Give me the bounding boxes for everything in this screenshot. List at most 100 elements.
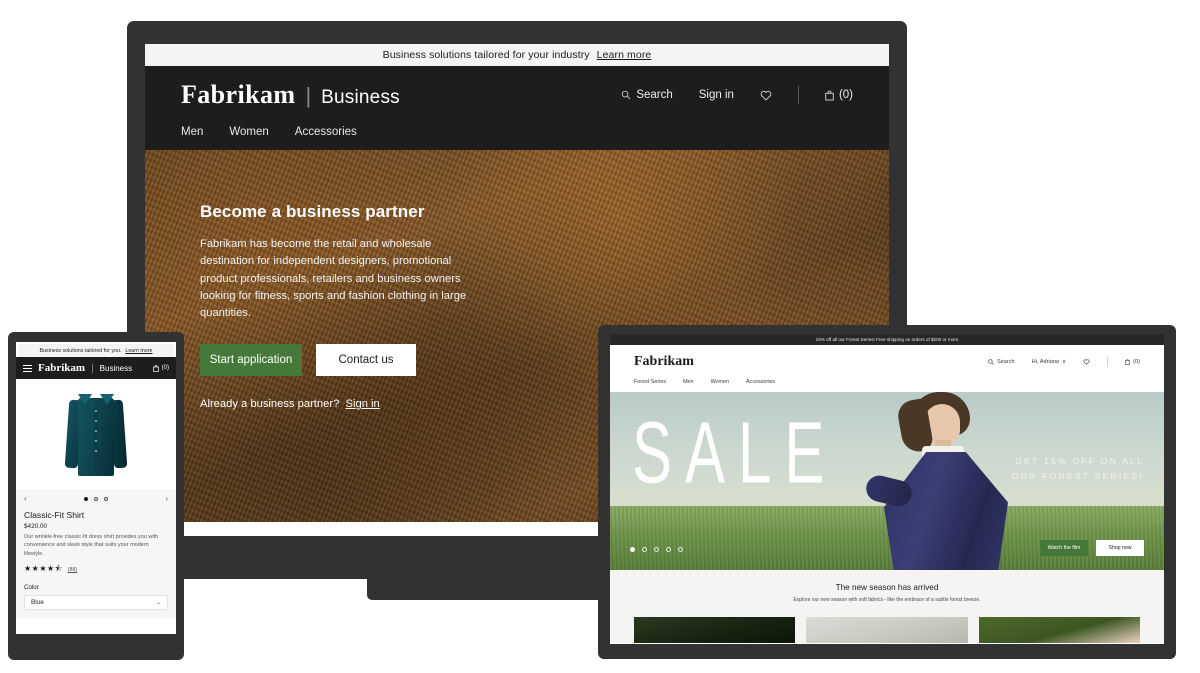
watch-the-film-button[interactable]: Watch the film [1040, 540, 1088, 556]
tablet-header-divider [1107, 357, 1109, 367]
laptop-nav-item-women[interactable]: Women [229, 126, 268, 138]
laptop-search-label: Search [636, 89, 673, 101]
carousel-dot-1[interactable] [84, 496, 88, 501]
shirt-collar-left [78, 393, 92, 405]
tablet-season-title: The new season has arrived [835, 583, 939, 592]
laptop-hero-buttons: Start application Contact us [200, 344, 475, 377]
tablet-account-menu[interactable]: Hi, Adriana ∨ [1032, 359, 1066, 365]
carousel-dot-1[interactable] [630, 547, 635, 552]
product-price: $420.00 [24, 523, 48, 530]
shopping-bag-icon [1125, 359, 1131, 365]
carousel-next-arrow-icon[interactable]: › [165, 494, 168, 503]
phone-product-details: Classic-Fit Shirt $420.00 Our wrinkle-fr… [16, 508, 176, 618]
tablet-site-header: Fabrikam Search Hi, Adriana ∨ (0) Forest… [610, 345, 1164, 392]
start-application-button[interactable]: Start application [200, 344, 302, 377]
search-icon [988, 359, 994, 365]
color-select[interactable]: Blue ⌄ [24, 594, 168, 610]
tablet-search-button[interactable]: Search [988, 359, 1015, 365]
phone-carousel-dots[interactable] [84, 496, 108, 501]
tablet-bag-count: (0) [1133, 359, 1140, 365]
laptop-wishlist-button[interactable] [760, 90, 772, 101]
tablet-nav-item-women[interactable]: Women [711, 379, 729, 385]
product-rating: ★★★★⯪ (88) [24, 563, 168, 577]
laptop-stand-foot [367, 579, 625, 600]
phone-image-carousel-controls: ‹ › [16, 489, 176, 508]
tablet-wishlist-button[interactable] [1083, 359, 1090, 365]
hamburger-menu-icon[interactable] [23, 364, 32, 372]
laptop-hero-body: Fabrikam has become the retail and whole… [200, 238, 467, 319]
shirt-button [95, 419, 97, 422]
shirt-button [95, 449, 97, 452]
shirt-buttons [95, 409, 97, 460]
tablet-hero-carousel: SALE GET 15% OFF ON ALL OUR FOREST SERIE… [610, 392, 1164, 570]
tablet-season-section: The new season has arrived Explore our n… [610, 570, 1164, 613]
laptop-promo-banner: Business solutions tailored for your ind… [145, 44, 889, 66]
tablet-header-row: Fabrikam Search Hi, Adriana ∨ (0) [634, 354, 1140, 370]
laptop-hero-title: Become a business partner [200, 202, 425, 221]
laptop-nav-item-men[interactable]: Men [181, 126, 203, 138]
laptop-signin-button[interactable]: Sign in [699, 89, 734, 101]
laptop-site-header: Fabrikam | Business Search Sign in (0) M… [145, 66, 889, 150]
laptop-brand-subtitle: Business [321, 87, 400, 108]
carousel-dot-4[interactable] [666, 547, 671, 552]
laptop-hero-note: Already a business partner? Sign in [200, 398, 475, 410]
product-tile-2[interactable] [806, 617, 968, 643]
tablet-hero-sale-word: SALE [632, 404, 838, 502]
laptop-brand-divider: | [305, 83, 312, 108]
laptop-header-row: Fabrikam | Business Search Sign in (0) [181, 80, 853, 110]
shirt-button [95, 439, 97, 442]
tablet-screen: 15% off all our Forest Series! Free ship… [610, 334, 1164, 644]
chevron-down-icon: ⌄ [155, 599, 161, 606]
laptop-header-actions: Search Sign in (0) [621, 86, 853, 104]
carousel-dot-5[interactable] [678, 547, 683, 552]
contact-us-button[interactable]: Contact us [316, 344, 416, 377]
shirt-button [95, 409, 97, 412]
laptop-brand-name: Fabrikam [181, 80, 296, 109]
tablet-nav-item-accessories[interactable]: Accessories [746, 379, 775, 385]
carousel-dot-2[interactable] [642, 547, 647, 552]
laptop-nav-item-accessories[interactable]: Accessories [295, 126, 357, 138]
laptop-header-divider [797, 86, 799, 104]
laptop-signin-label: Sign in [698, 89, 734, 101]
carousel-dot-3[interactable] [104, 496, 108, 501]
tablet-search-label: Search [996, 359, 1015, 365]
hamburger-line-3 [23, 370, 32, 372]
color-select-value: Blue [31, 598, 44, 606]
laptop-promo-learn-more-link[interactable]: Learn more [597, 49, 652, 61]
shopping-bag-icon [825, 90, 834, 100]
tablet-nav: Forest Series Men Women Accessories [634, 370, 1140, 392]
carousel-dot-3[interactable] [654, 547, 659, 552]
laptop-brand-logo[interactable]: Fabrikam | Business [181, 80, 400, 110]
tablet-brand-name[interactable]: Fabrikam [634, 354, 694, 370]
model-coat [884, 452, 1008, 570]
review-count-link[interactable]: (88) [68, 567, 78, 573]
shirt-collar-right [100, 393, 114, 405]
product-tile-1[interactable] [634, 617, 796, 643]
tablet-nav-item-men[interactable]: Men [683, 379, 694, 385]
search-icon [622, 90, 631, 100]
tablet-product-tiles [610, 613, 1164, 643]
tablet-nav-item-forest-series[interactable]: Forest Series [634, 379, 666, 385]
carousel-prev-arrow-icon[interactable]: ‹ [24, 494, 27, 503]
hamburger-line-2 [23, 367, 32, 369]
rating-stars: ★★★★⯪ [24, 563, 63, 573]
tablet-device: 15% off all our Forest Series! Free ship… [598, 325, 1176, 659]
tablet-bag-button[interactable]: (0) [1125, 359, 1140, 365]
tablet-carousel-dots[interactable] [630, 547, 683, 552]
hamburger-line-1 [23, 364, 32, 366]
laptop-search-button[interactable]: Search [621, 89, 673, 101]
laptop-hero-content: Become a business partner Fabrikam has b… [145, 150, 475, 410]
hero-model-illustration [856, 392, 1036, 570]
chevron-down-icon: ∨ [1062, 359, 1067, 365]
phone-brand-name[interactable]: Fabrikam [38, 362, 85, 374]
laptop-promo-text: Business solutions tailored for your ind… [382, 49, 590, 61]
shop-now-button[interactable]: Shop now [1096, 540, 1144, 556]
tablet-season-subtitle: Explore our new season with soft fabrics… [793, 597, 981, 603]
product-tile-3[interactable] [978, 617, 1140, 643]
laptop-bag-button[interactable]: (0) [825, 89, 853, 101]
tablet-hero-buttons: Watch the film Shop now [1040, 540, 1144, 556]
carousel-dot-2[interactable] [94, 496, 98, 501]
devices-mockup-scene: Business solutions tailored for your ind… [0, 0, 1200, 673]
laptop-hero-signin-link[interactable]: Sign in [346, 398, 380, 410]
color-label: Color [24, 583, 39, 591]
